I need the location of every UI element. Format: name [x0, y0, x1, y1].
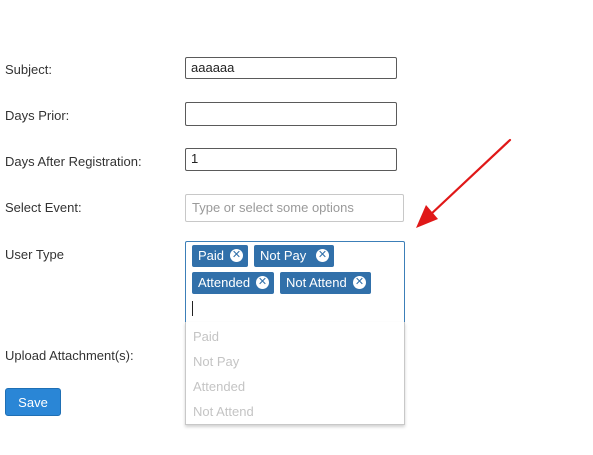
- annotation-arrow-icon: [416, 138, 512, 228]
